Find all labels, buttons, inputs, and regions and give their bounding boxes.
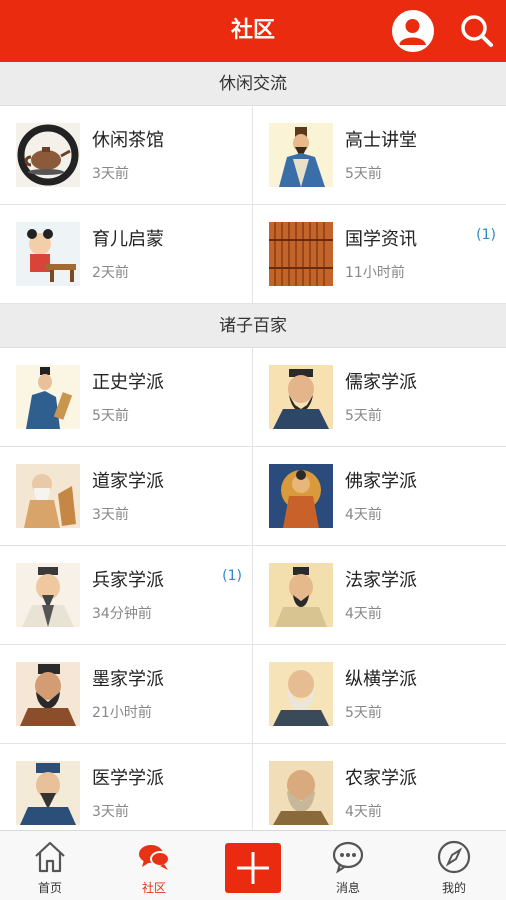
bottom-tab-bar: 首页 社区 消息 我的 [0, 830, 506, 900]
forum-item-name: 医学学派 [92, 768, 164, 789]
forum-item-name: 休闲茶馆 [92, 130, 164, 151]
forum-item-name: 正史学派 [92, 372, 164, 393]
forum-item-name: 佛家学派 [345, 471, 417, 492]
forum-item-teahouse[interactable]: 休闲茶馆 3天前 [0, 106, 253, 205]
tab-messages[interactable]: 消息 [308, 831, 388, 900]
confucius-portrait-icon [269, 365, 333, 429]
forum-item-time: 5天前 [345, 408, 382, 424]
forum-item-military-school[interactable]: 兵家学派 34分钟前 (1) [0, 546, 253, 645]
message-bubble-icon [330, 839, 366, 875]
search-icon[interactable] [458, 12, 496, 50]
section-grid-leisure: 休闲茶馆 3天前 高士讲堂 5天前 育儿启蒙 2天前 国学资讯 11小时前 (1… [0, 106, 506, 304]
forum-item-time: 11小时前 [345, 265, 405, 281]
child-reading-icon [16, 222, 80, 286]
forum-item-buddhist-school[interactable]: 佛家学派 4天前 [253, 447, 506, 546]
forum-item-name: 育儿启蒙 [92, 229, 164, 250]
physician-portrait-icon [16, 761, 80, 825]
forum-item-time: 3天前 [92, 166, 129, 182]
tab-label: 消息 [335, 881, 360, 895]
forum-item-name: 纵横学派 [345, 669, 417, 690]
chat-bubbles-icon [136, 839, 172, 875]
historian-portrait-icon [16, 365, 80, 429]
unread-count-badge: (1) [222, 568, 242, 584]
forum-item-name: 道家学派 [92, 471, 164, 492]
tab-mine[interactable]: 我的 [414, 831, 494, 900]
home-icon [32, 839, 68, 875]
bamboo-slips-icon [269, 222, 333, 286]
forum-item-time: 5天前 [345, 705, 382, 721]
forum-item-name: 墨家学派 [92, 669, 164, 690]
forum-item-name: 高士讲堂 [345, 130, 417, 151]
strategist-portrait-icon [16, 563, 80, 627]
forum-item-time: 2天前 [92, 265, 129, 281]
section-header-hundred-schools: 诸子百家 [0, 304, 506, 348]
forum-item-legalist-school[interactable]: 法家学派 4天前 [253, 546, 506, 645]
diplomat-portrait-icon [269, 662, 333, 726]
buddha-portrait-icon [269, 464, 333, 528]
forum-item-sinology-news[interactable]: 国学资讯 11小时前 (1) [253, 205, 506, 304]
forum-item-time: 4天前 [345, 804, 382, 820]
plus-icon [237, 852, 269, 884]
scholar-portrait-icon [269, 123, 333, 187]
tab-home[interactable]: 首页 [10, 831, 90, 900]
forum-item-time: 4天前 [345, 606, 382, 622]
farmer-sage-portrait-icon [269, 761, 333, 825]
compose-button[interactable] [225, 843, 281, 893]
forum-item-name: 法家学派 [345, 570, 417, 591]
forum-item-lecture-hall[interactable]: 高士讲堂 5天前 [253, 106, 506, 205]
forum-item-name: 国学资讯 [345, 229, 417, 250]
laozi-portrait-icon [16, 464, 80, 528]
forum-item-time: 4天前 [345, 507, 382, 523]
forum-item-time: 3天前 [92, 804, 129, 820]
forum-item-confucian-school[interactable]: 儒家学派 5天前 [253, 348, 506, 447]
compass-icon [436, 839, 472, 875]
forum-item-mohist-school[interactable]: 墨家学派 21小时前 [0, 645, 253, 744]
tab-label: 社区 [141, 881, 166, 895]
forum-item-name: 儒家学派 [345, 372, 417, 393]
forum-item-history-school[interactable]: 正史学派 5天前 [0, 348, 253, 447]
user-profile-icon[interactable] [392, 10, 434, 52]
forum-item-taoist-school[interactable]: 道家学派 3天前 [0, 447, 253, 546]
unread-count-badge: (1) [476, 227, 496, 243]
forum-item-agrarian-school[interactable]: 农家学派 4天前 [253, 744, 506, 830]
forum-item-medical-school[interactable]: 医学学派 3天前 [0, 744, 253, 830]
forum-item-time: 34分钟前 [92, 606, 152, 622]
top-bar: 社区 [0, 0, 506, 62]
tab-community[interactable]: 社区 [114, 831, 194, 900]
tab-label: 我的 [441, 881, 466, 895]
tab-label: 首页 [37, 881, 62, 895]
teapot-icon [16, 123, 80, 187]
forum-item-diplomat-school[interactable]: 纵横学派 5天前 [253, 645, 506, 744]
mozi-portrait-icon [16, 662, 80, 726]
community-list[interactable]: 休闲交流 休闲茶馆 3天前 高士讲堂 5天前 育儿启蒙 2天前 国学资讯 11小… [0, 62, 506, 830]
forum-item-time: 21小时前 [92, 705, 152, 721]
section-header-leisure: 休闲交流 [0, 62, 506, 106]
forum-item-time: 5天前 [92, 408, 129, 424]
forum-item-time: 5天前 [345, 166, 382, 182]
section-grid-hundred-schools: 正史学派 5天前 儒家学派 5天前 道家学派 3天前 佛家学派 4天前 兵家学派… [0, 348, 506, 830]
legalist-portrait-icon [269, 563, 333, 627]
forum-item-name: 兵家学派 [92, 570, 164, 591]
forum-item-early-education[interactable]: 育儿启蒙 2天前 [0, 205, 253, 304]
forum-item-time: 3天前 [92, 507, 129, 523]
forum-item-name: 农家学派 [345, 768, 417, 789]
